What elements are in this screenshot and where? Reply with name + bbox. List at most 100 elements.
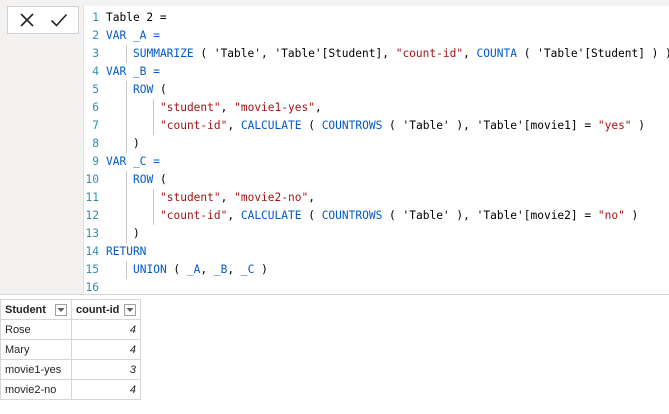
line-number: 15 [85,263,99,276]
table-row[interactable]: movie1-yes 3 [0,359,141,380]
column-header-count-id[interactable]: count-id [71,299,141,320]
string-token: "no" [597,209,625,222]
filter-button[interactable] [124,303,136,316]
divider [0,294,669,295]
code-line[interactable]: 3 SUMMARIZE ( 'Table', 'Table'[Student], … [84,45,669,63]
code-line[interactable]: 4 VAR _B = [84,63,669,81]
cell-count-id: 4 [71,319,141,340]
code-token: , [227,119,241,132]
cell-student: movie1-yes [0,359,72,380]
code-text: "count-id", CALCULATE ( COUNTROWS ( 'Tab… [160,117,645,135]
cell-student: Rose [0,319,72,340]
code-text: Table 2 = [106,9,167,27]
code-line[interactable]: 1 Table 2 = [84,9,669,27]
code-token: ( 'Table'[Student] ) ) [516,47,669,60]
keyword-token: COUNTROWS [321,209,383,222]
code-line[interactable]: 8) [84,135,669,153]
code-line[interactable]: 2 VAR _A = [84,27,669,45]
data-table: Student count-id Rose 4 Mary 4 movie1-ye… [0,299,141,400]
keyword-token: _A [186,263,201,276]
line-number: 4 [92,65,99,78]
indent-guide [126,207,128,225]
indent-guide [153,99,155,117]
line-number: 7 [92,119,99,132]
string-token: "count-id" [395,47,464,60]
cancel-button[interactable] [12,9,42,31]
cell-student: Mary [0,339,72,360]
code-token: ) [133,227,140,240]
code-token: ( 'Table', 'Table'[Student], [193,47,396,60]
code-line[interactable]: 15 UNION ( _A, _B, _C ) [84,261,669,279]
column-header-student[interactable]: Student [0,299,72,320]
code-line[interactable]: 13) [84,225,669,243]
column-header-label: count-id [76,303,120,316]
keyword-token: ROW [133,173,154,186]
keyword-token: VAR _C = [106,155,160,168]
code-token: ( [153,83,167,96]
code-text: VAR _A = [106,27,160,45]
indent-guide [126,99,128,117]
table-row[interactable]: Mary 4 [0,339,141,360]
code-token: , [220,101,235,114]
keyword-token: CALCULATE [240,119,302,132]
code-line[interactable]: 14 RETURN [84,243,669,261]
code-line[interactable]: 10 ROW ( [84,171,669,189]
string-token: "student" [160,191,221,204]
formula-bar: 1 Table 2 = 2 VAR _A = 3 SUMMARIZE ( 'Table',… [0,0,669,295]
code-line[interactable]: 9 VAR _C = [84,153,669,171]
line-number: 12 [85,209,99,222]
code-line[interactable]: 6 "student", "movie1-yes", [84,99,669,117]
formula-actions [7,6,79,34]
chevron-down-icon [57,307,65,312]
line-number: 6 [92,101,99,114]
line-number: 3 [92,47,99,60]
indent-guide [126,135,128,153]
keyword-token: _B [213,263,228,276]
code-token: ( 'Table' ), 'Table'[movie1] = [382,119,598,132]
commit-button[interactable] [44,9,74,31]
code-line[interactable]: 11 "student", "movie2-no", [84,189,669,207]
line-number: 8 [92,137,99,150]
string-token: "movie2-no" [234,191,309,204]
code-token: ) [624,209,639,222]
table-view: Student count-id Rose 4 Mary 4 movie1-ye… [0,296,669,414]
string-token: "count-id" [160,209,228,222]
code-text: SUMMARIZE ( 'Table', 'Table'[Student], "… [133,45,669,63]
code-text: "count-id", CALCULATE ( COUNTROWS ( 'Tab… [160,207,638,225]
line-number: 11 [85,191,99,204]
code-token: , [227,263,241,276]
indent-guide [126,261,128,279]
code-token: , [308,191,315,204]
code-token: , [220,191,235,204]
keyword-token: COUNTROWS [321,119,383,132]
line-number: 9 [92,155,99,168]
string-token: "yes" [597,119,632,132]
code-text: ) [133,225,140,243]
indent-guide [153,189,155,207]
line-number: 14 [85,245,99,258]
table-header-row: Student count-id [0,299,141,320]
code-text: VAR _C = [106,153,160,171]
code-token: ( [166,263,187,276]
filter-button[interactable] [55,303,67,316]
code-text: RETURN [106,243,146,261]
code-token: , [314,101,322,114]
table-row[interactable]: movie2-no 4 [0,379,141,400]
table-row[interactable]: Rose 4 [0,319,141,340]
indent-guide [126,45,128,63]
code-token: ( [153,173,167,186]
keyword-token: CALCULATE [240,209,302,222]
code-line[interactable]: 7 "count-id", CALCULATE ( COUNTROWS ( 'Ta… [84,117,669,135]
code-line[interactable]: 12 "count-id", CALCULATE ( COUNTROWS ( 'T… [84,207,669,225]
indent-guide [126,171,128,189]
keyword-token: SUMMARIZE [133,47,194,60]
code-text: "student", "movie1-yes", [160,99,322,117]
string-token: "student" [160,101,221,114]
code-token: ( 'Table' ), 'Table'[movie2] = [382,209,598,222]
chevron-down-icon [126,307,134,312]
dax-code-editor[interactable]: 1 Table 2 = 2 VAR _A = 3 SUMMARIZE ( 'Table',… [83,6,669,294]
keyword-token: VAR _A = [106,29,160,42]
keyword-token: RETURN [106,245,147,258]
code-line[interactable]: 5 ROW ( [84,81,669,99]
code-token: , [227,209,241,222]
